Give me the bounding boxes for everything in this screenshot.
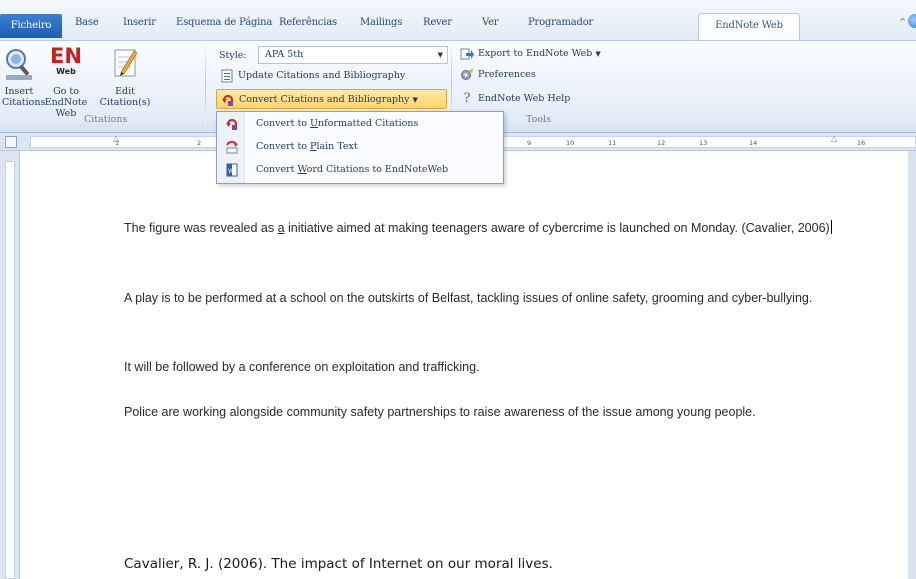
menu-item-label-suffix: ord Citations to EndNoteWeb (306, 164, 449, 175)
magnifier-globe-icon (6, 49, 32, 80)
menu-item-label-prefix: Convert (256, 164, 298, 175)
tab-page-layout[interactable]: Esquema de Página (176, 17, 272, 37)
ruler-tick: 13 (699, 139, 708, 147)
endnote-web-logo: EN Web (46, 45, 86, 83)
vertical-ruler[interactable] (0, 151, 20, 579)
menu-item-convert-word-citations[interactable]: W Convert Word Citations to EndNoteWeb (218, 159, 502, 181)
tab-file[interactable]: Ficheiro (0, 14, 62, 38)
p1-text-rest: initiative aimed at making teenagers awa… (284, 221, 830, 235)
go-to-endnote-web-button[interactable]: EN Web Go to EndNote Web (37, 45, 95, 119)
menu-item-accesskey: W (297, 164, 307, 175)
convert-icon (222, 94, 234, 106)
preferences-button[interactable]: Preferences (456, 65, 536, 85)
menu-item-convert-plain-text[interactable]: Convert to Plain Text (218, 136, 502, 158)
preferences-label: Preferences (478, 69, 536, 80)
go-to-label-1: Go to (53, 86, 79, 97)
help-icon[interactable] (908, 14, 916, 28)
tools-group-label: Tools (526, 114, 551, 125)
style-value: APA 5th (265, 49, 304, 60)
citations-group-label: Citations (84, 114, 128, 125)
ruler-tick: 14 (749, 139, 758, 147)
ruler-tick: 12 (657, 139, 666, 147)
endnote-logo-text: EN (50, 44, 82, 68)
convert-citations-button[interactable]: Convert Citations and Bibliography ▼ (216, 89, 447, 109)
edit-citations-label-2: Citation(s) (99, 97, 151, 108)
update-citations-button[interactable]: Update Citations and Bibliography (216, 66, 405, 86)
chevron-down-icon: ▼ (437, 51, 443, 59)
menu-item-label-suffix: nformatted Citations (318, 118, 419, 129)
update-citations-label: Update Citations and Bibliography (238, 70, 406, 81)
document-page[interactable]: The figure was revealed as a initiative … (20, 151, 908, 579)
tab-selector[interactable] (5, 136, 17, 148)
chevron-down-icon: ▼ (412, 96, 418, 104)
ruler-tick: 2 (197, 139, 202, 147)
help-question-icon: ? (463, 91, 471, 106)
p1-underlined-word: a (277, 221, 285, 235)
paragraph-4[interactable]: Police are working alongside community s… (124, 401, 851, 423)
minimize-ribbon-icon[interactable]: ⌃ (898, 16, 907, 29)
export-to-endnote-web-button[interactable]: Export to EndNote Web ▼ (456, 44, 601, 64)
group-separator (205, 45, 206, 127)
word-document-icon: W (226, 163, 238, 177)
style-label: Style: (219, 50, 247, 61)
bibliography-entry[interactable]: Cavalier, R. J. (2006). The impact of In… (124, 556, 553, 572)
tab-review[interactable]: Rever (423, 17, 452, 37)
style-dropdown[interactable]: APA 5th ▼ (258, 46, 448, 64)
chevron-down-icon: ▼ (595, 50, 601, 58)
menu-item-label-suffix: lain Text (316, 141, 358, 152)
text-cursor (830, 220, 832, 234)
tab-insert[interactable]: Inserir (123, 17, 156, 37)
tab-mailings[interactable]: Mailings (360, 17, 402, 37)
tab-home[interactable]: Base (75, 17, 99, 37)
ruler-tick: 11 (608, 139, 617, 147)
tab-references[interactable]: Referências (279, 17, 337, 37)
menu-item-accesskey: U (310, 118, 319, 129)
tab-endnote-web[interactable]: EndNote Web (698, 13, 800, 41)
edit-citations-label-1: Edit (115, 86, 135, 97)
endnote-web-help-button[interactable]: ? EndNote Web Help (456, 89, 571, 109)
ruler-tick: 9 (527, 139, 532, 147)
p1-text: The figure was revealed as (124, 221, 278, 235)
export-label: Export to EndNote Web (478, 48, 593, 59)
export-icon (460, 48, 474, 60)
edit-citations-button[interactable]: Edit Citation(s) (99, 45, 151, 108)
ruler-tick: 16 (857, 139, 866, 147)
tab-view[interactable]: Ver (482, 17, 499, 37)
convert-citations-label: Convert Citations and Bibliography (239, 94, 410, 105)
preferences-gear-icon (461, 69, 473, 80)
paragraph-3[interactable]: It will be followed by a conference on e… (124, 356, 851, 378)
vertical-ruler-track (5, 161, 15, 579)
ruler-tick: 10 (566, 139, 575, 147)
edit-pencil-icon (114, 49, 138, 77)
menu-item-label-prefix: Convert to (256, 141, 311, 152)
vertical-scrollbar[interactable] (908, 151, 916, 579)
convert-plain-text-icon (226, 140, 238, 154)
update-document-icon (221, 69, 233, 83)
go-to-label-2: EndNote Web (44, 97, 88, 119)
insert-citations-label-1: Insert (4, 86, 34, 97)
left-indent-marker[interactable]: △ (113, 134, 119, 143)
convert-unformatted-icon (226, 118, 238, 130)
endnote-logo-sub: Web (56, 67, 76, 76)
right-indent-marker[interactable]: △ (831, 134, 837, 143)
insert-citations-button[interactable]: Insert Citations (2, 45, 45, 108)
menu-item-convert-unformatted[interactable]: Convert to Unformatted Citations (218, 113, 502, 135)
paragraph-1[interactable]: The figure was revealed as a initiative … (124, 217, 851, 239)
svg-text:W: W (228, 168, 234, 175)
menu-item-label-prefix: Convert to (256, 118, 311, 129)
help-label: EndNote Web Help (478, 93, 571, 104)
paragraph-2[interactable]: A play is to be performed at a school on… (124, 287, 851, 309)
ribbon-tab-bar: Ficheiro Base Inserir Esquema de Página … (0, 0, 916, 41)
convert-citations-menu: Convert to Unformatted Citations Convert… (216, 111, 504, 184)
tab-developer[interactable]: Programador (528, 17, 593, 37)
